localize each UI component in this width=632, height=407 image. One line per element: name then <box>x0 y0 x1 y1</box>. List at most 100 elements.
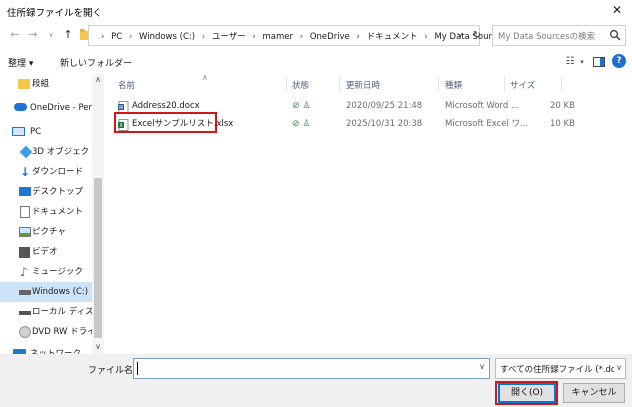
column-header-name[interactable]: 名前 <box>118 79 135 91</box>
refresh-icon[interactable]: ↻ <box>470 29 484 43</box>
nav-item-label: ミュージック <box>32 267 83 277</box>
up-arrow-icon[interactable]: ↑ <box>61 28 75 42</box>
cancel-button[interactable]: キャンセル <box>563 383 625 403</box>
nav-item-pictures[interactable]: ピクチャ <box>0 222 92 242</box>
address-row: ← → ∨ ↑ › PC › Windows (C:) › ユーザー › mam… <box>0 22 632 49</box>
dvd-icon <box>19 326 31 338</box>
scroll-up-icon[interactable]: ∧ <box>92 75 104 85</box>
nav-item-onedrive[interactable]: OneDrive - Persor <box>0 98 92 118</box>
command-toolbar: 整理 ▾ 新しいフォルダー ☷ ▾ ? <box>0 51 632 73</box>
close-icon[interactable]: ✕ <box>610 3 624 17</box>
nav-item-label: Windows (C:) <box>32 287 89 297</box>
nav-item-label: デスクトップ <box>32 187 84 197</box>
picture-icon <box>19 227 31 237</box>
breadcrumb-item[interactable]: OneDrive <box>310 32 350 42</box>
nav-item-label: ピクチャ <box>32 227 66 237</box>
breadcrumb-separator-icon: › <box>299 32 304 42</box>
nav-item-label: PC <box>30 127 42 137</box>
help-icon[interactable]: ? <box>612 54 626 68</box>
column-divider[interactable] <box>504 76 505 92</box>
nav-scrollbar[interactable]: ∧ ∨ <box>92 74 104 354</box>
chevron-down-icon[interactable]: ∨ <box>479 362 485 371</box>
address-bar[interactable]: › PC › Windows (C:) › ユーザー › mamer › One… <box>88 25 506 46</box>
search-icon[interactable] <box>609 29 621 41</box>
column-header-size[interactable]: サイズ <box>510 79 535 91</box>
column-header-type[interactable]: 種類 <box>445 79 462 91</box>
breadcrumb-item[interactable]: mamer <box>263 32 294 42</box>
drive-icon <box>19 311 31 315</box>
nav-item-folder[interactable]: 段組 <box>0 74 92 94</box>
breadcrumb-item[interactable]: ドキュメント <box>367 32 418 42</box>
folder-icon <box>18 79 30 89</box>
search-input[interactable]: My Data Sourcesの検索 <box>492 25 626 46</box>
column-header-modified[interactable]: 更新日時 <box>346 79 380 91</box>
nav-item-local-disk-d[interactable]: ローカル ディスク (D <box>0 302 92 322</box>
nav-item-label: ドキュメント <box>32 207 84 217</box>
download-icon: ↓ <box>20 165 31 179</box>
breadcrumb-separator-icon: › <box>128 32 133 42</box>
file-modified: 2025/10/31 20:38 <box>346 119 423 129</box>
column-divider[interactable] <box>561 76 562 92</box>
nav-item-label: ローカル ディスク (D <box>32 307 92 317</box>
nav-item-dvd[interactable]: DVD RW ドライブ ( <box>0 322 92 342</box>
nav-item-videos[interactable]: ビデオ <box>0 242 92 262</box>
file-type: Microsoft Excel ワ... <box>445 119 529 129</box>
drive-icon <box>19 290 31 295</box>
nav-item-pc[interactable]: PC <box>0 122 92 142</box>
scroll-down-icon[interactable]: ∨ <box>92 342 104 352</box>
breadcrumb-separator-icon: › <box>252 32 256 42</box>
file-size: 10 KB <box>550 119 575 129</box>
desktop-icon <box>19 187 31 196</box>
sync-status: ⊘ ♙ <box>292 101 311 111</box>
organize-button[interactable]: 整理 ▾ <box>8 56 33 69</box>
file-size: 20 KB <box>550 101 575 111</box>
back-arrow-icon[interactable]: ← <box>8 28 22 42</box>
preview-pane-icon[interactable] <box>592 54 606 70</box>
breadcrumb-item[interactable]: PC <box>111 32 122 42</box>
nav-item-desktop[interactable]: デスクトップ <box>0 182 92 202</box>
file-modified: 2020/09/25 21:48 <box>346 101 423 111</box>
nav-item-label: ビデオ <box>32 247 58 257</box>
chevron-down-icon[interactable]: ▾ <box>578 54 586 70</box>
forward-arrow-icon[interactable]: → <box>26 28 40 42</box>
nav-item-music[interactable]: ♪ ミュージック <box>0 262 92 282</box>
annotation-highlight-open <box>495 381 558 405</box>
cube-icon <box>19 145 33 159</box>
scrollbar-thumb[interactable] <box>94 178 102 338</box>
breadcrumb-separator-icon: › <box>424 32 428 42</box>
column-header-status[interactable]: 状態 <box>292 79 309 91</box>
filetype-value: すべての住所録ファイル (*.docx;*.c <box>500 365 614 375</box>
nav-item-network[interactable]: ネットワーク <box>0 344 92 354</box>
annotation-highlight-file <box>114 112 217 133</box>
new-folder-button[interactable]: 新しいフォルダー <box>60 56 132 69</box>
breadcrumb-separator-icon: › <box>356 32 360 42</box>
column-divider[interactable] <box>438 76 439 92</box>
chevron-down-icon[interactable]: ∨ <box>616 363 622 372</box>
nav-item-windows-c[interactable]: Windows (C:) <box>0 282 92 302</box>
nav-item-label: DVD RW ドライブ ( <box>32 327 92 337</box>
cloud-icon <box>14 103 27 111</box>
search-placeholder: My Data Sourcesの検索 <box>498 32 596 42</box>
breadcrumb-item[interactable]: Windows (C:) <box>139 32 195 42</box>
breadcrumb-separator-icon: › <box>201 32 206 42</box>
filetype-select[interactable]: すべての住所録ファイル (*.docx;*.c ∨ <box>495 358 626 379</box>
file-type: Microsoft Word ... <box>445 101 520 111</box>
window-title: 住所録ファイルを開く <box>7 8 103 19</box>
column-divider[interactable] <box>286 76 287 92</box>
nav-item-downloads[interactable]: ↓ ダウンロード <box>0 162 92 182</box>
recent-locations-chevron-icon[interactable]: ∨ <box>44 28 58 42</box>
document-icon <box>20 206 30 218</box>
title-bar: 住所録ファイルを開く ✕ <box>0 0 632 22</box>
breadcrumb-item[interactable]: ユーザー <box>212 32 246 42</box>
music-icon: ♪ <box>20 265 28 279</box>
filename-input[interactable]: ∨ <box>133 358 490 379</box>
breadcrumb-separator-icon: › <box>101 32 105 42</box>
text-caret <box>137 362 138 375</box>
nav-item-3d-objects[interactable]: 3D オブジェクト <box>0 142 92 162</box>
chevron-down-icon[interactable]: ∨ <box>454 29 466 43</box>
nav-item-documents[interactable]: ドキュメント <box>0 202 92 222</box>
nav-item-label: OneDrive - Persor <box>30 103 92 113</box>
view-options-icon[interactable]: ☷ <box>563 54 577 70</box>
navigation-pane: 段組 OneDrive - Persor PC 3D オブジェクト ↓ ダウンロ… <box>0 74 104 354</box>
column-divider[interactable] <box>339 76 340 92</box>
